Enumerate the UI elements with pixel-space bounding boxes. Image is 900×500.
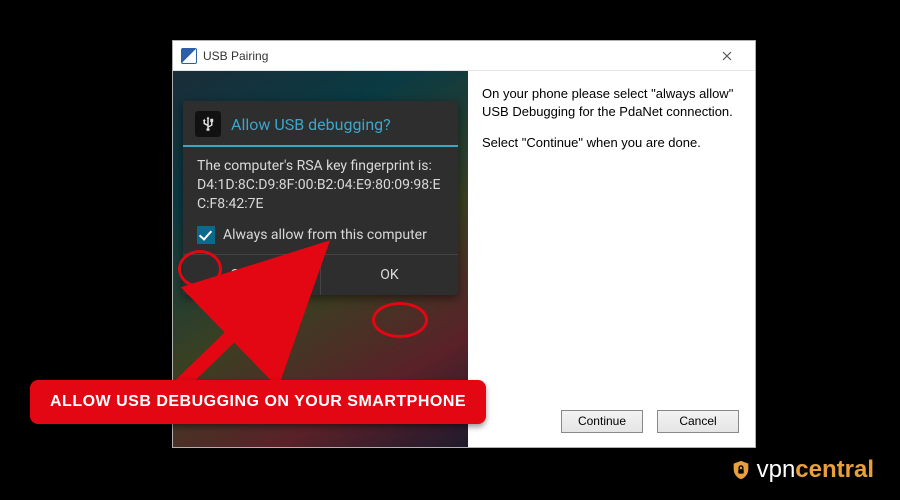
annotation-callout: Allow USB debugging on your smartphone: [30, 380, 486, 424]
brand-central: central: [795, 456, 874, 483]
titlebar[interactable]: USB Pairing: [173, 41, 755, 71]
always-allow-checkbox[interactable]: [197, 226, 215, 244]
app-icon: [181, 48, 197, 64]
close-button[interactable]: [705, 42, 749, 70]
always-allow-label: Always allow from this computer: [223, 227, 427, 243]
android-allow-usb-dialog: Allow USB debugging? The computer's RSA …: [183, 101, 458, 295]
continue-button[interactable]: Continue: [561, 410, 643, 433]
android-dialog-title: Allow USB debugging?: [231, 115, 391, 134]
cancel-button[interactable]: Cancel: [657, 410, 739, 433]
android-ok-button[interactable]: OK: [320, 255, 458, 295]
instruction-text-2: Select "Continue" when you are done.: [482, 134, 739, 152]
shield-lock-icon: [730, 459, 752, 481]
always-allow-row[interactable]: Always allow from this computer: [183, 220, 458, 254]
window-title: USB Pairing: [203, 49, 268, 63]
brand-vpn: vpn: [757, 456, 796, 483]
android-dialog-header: Allow USB debugging?: [183, 101, 458, 147]
watermark-logo: vpncentral: [730, 456, 874, 484]
instruction-text-1: On your phone please select "always allo…: [482, 85, 739, 120]
rsa-fingerprint: D4:1D:8C:D9:8F:00:B2:04:E9:80:09:98:EC:F…: [197, 177, 441, 212]
rsa-intro: The computer's RSA key fingerprint is:: [197, 158, 432, 174]
instruction-panel: On your phone please select "always allo…: [468, 71, 755, 447]
android-dialog-body: The computer's RSA key fingerprint is: D…: [183, 147, 458, 220]
android-cancel-button[interactable]: Cancel: [183, 255, 320, 295]
usb-icon: [195, 111, 221, 137]
